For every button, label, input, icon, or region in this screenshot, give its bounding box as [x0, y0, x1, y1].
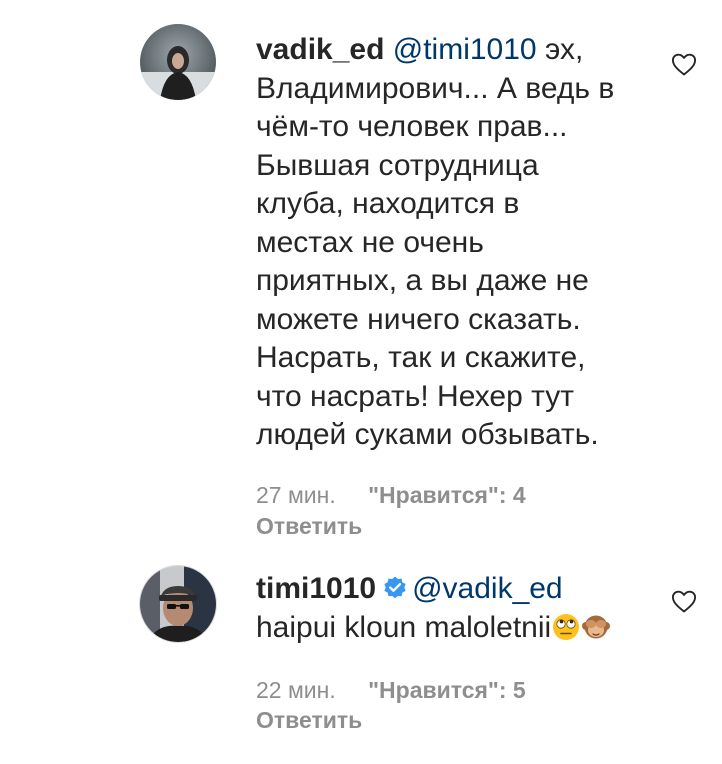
avatar-photo-icon [140, 566, 216, 642]
avatar[interactable] [140, 566, 216, 642]
comment-text: timi1010 @vadik_ed haipui kloun maloletni… [256, 570, 656, 647]
comment-line: эх, [544, 33, 584, 66]
username[interactable]: vadik_ed [256, 33, 384, 66]
comment-line: Бывшая сотрудница [256, 148, 539, 182]
likes-count[interactable]: "Нравится": 4 [368, 482, 526, 508]
like-heart-icon[interactable] [670, 587, 698, 615]
comment-line: клуба, находится в [256, 187, 520, 220]
timestamp[interactable]: 27 мин. [256, 482, 336, 508]
comment-line: что насрать! Нехер тут [256, 379, 574, 413]
rolling-eyes-emoji-icon [551, 612, 581, 642]
verified-badge-icon [382, 573, 408, 599]
comment-line: Владимирович... А ведь в [256, 71, 615, 105]
comment-line: приятных, а вы даже не [256, 264, 589, 297]
see-no-evil-monkey-emoji-icon [581, 612, 611, 642]
likes-count[interactable]: "Нравится": 5 [368, 677, 526, 703]
reply-button[interactable]: Ответить [256, 511, 362, 541]
like-heart-icon[interactable] [670, 50, 698, 78]
comment-meta: 27 мин. "Нравится": 4 [256, 480, 526, 510]
reply-button[interactable]: Ответить [256, 705, 362, 735]
comment-line: Насрать, так и скажите, [256, 341, 586, 374]
avatar[interactable] [140, 24, 216, 100]
mention-link[interactable]: @timi1010 [393, 33, 537, 66]
comment-meta: 22 мин. "Нравится": 5 [256, 675, 526, 705]
comment-line: людей суками обзывать. [256, 418, 599, 451]
timestamp[interactable]: 22 мин. [256, 677, 336, 703]
comment-text: vadik_ed @timi1010 эх, Владимирович... А… [256, 31, 656, 455]
comment-line: местах не очень [256, 225, 484, 259]
avatar-photo-icon [140, 24, 216, 100]
mention-link[interactable]: @vadik_ed [412, 572, 563, 605]
username[interactable]: timi1010 [256, 572, 376, 605]
comment-line: можете ничего сказать. [256, 302, 581, 336]
comment-line: haipui kloun maloletnii [256, 610, 552, 644]
comment-line: чём-то человек прав... [256, 110, 568, 143]
